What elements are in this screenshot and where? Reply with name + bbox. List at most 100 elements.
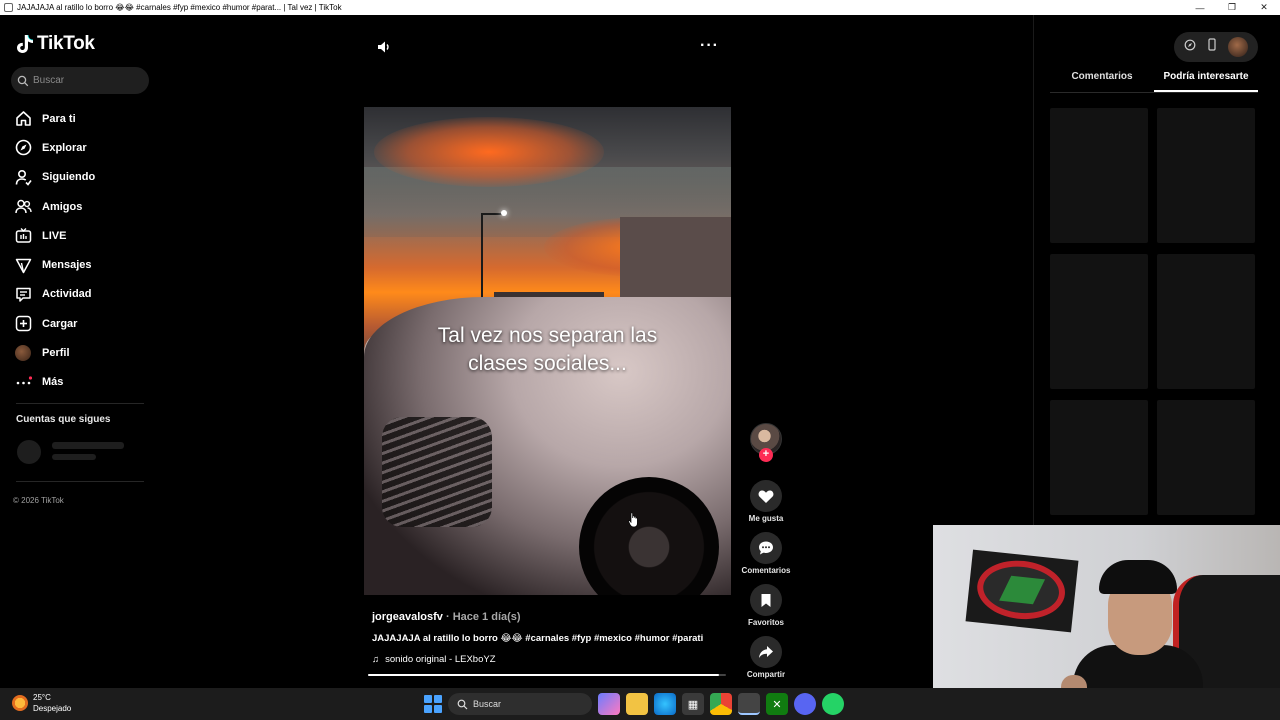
sidebar-item-perfil[interactable]: Perfil — [14, 338, 95, 367]
more-options-icon[interactable]: ··· — [700, 37, 719, 55]
comments-button[interactable]: Comentarios — [740, 532, 792, 575]
share-button[interactable]: Compartir — [740, 636, 792, 679]
sidebar-item-cargar[interactable]: Cargar — [14, 309, 95, 338]
caption-line: clases sociales... — [468, 352, 627, 375]
skeleton-avatar — [17, 440, 41, 464]
video-sound[interactable]: ♫ sonido original - LEXboYZ — [372, 654, 732, 665]
comment-bubble-icon — [750, 532, 782, 564]
bookmark-icon — [750, 584, 782, 616]
search-icon — [17, 75, 29, 86]
person-cap — [1099, 560, 1177, 594]
sidebar-item-label: Mensajes — [42, 259, 92, 272]
minimize-icon[interactable]: — — [1184, 3, 1216, 13]
sound-name: sonido original - LEXboYZ — [385, 654, 496, 665]
follow-plus-icon[interactable]: + — [759, 448, 773, 462]
edge-browser-icon[interactable] — [654, 693, 676, 715]
sidebar-divider — [16, 403, 144, 404]
upload-plus-icon — [14, 315, 32, 333]
sidebar-item-mas[interactable]: Más — [14, 368, 95, 397]
video-thumbnail-placeholder[interactable] — [1157, 400, 1255, 515]
home-icon — [14, 110, 32, 128]
search-box[interactable] — [11, 67, 149, 94]
video-thumbnail-placeholder[interactable] — [1050, 254, 1148, 389]
video-scene — [481, 213, 503, 215]
sidebar-item-label: Amigos — [42, 200, 83, 213]
active-app-icon[interactable] — [738, 693, 760, 715]
send-icon — [14, 256, 32, 274]
copilot-icon[interactable] — [598, 693, 620, 715]
sidebar-item-amigos[interactable]: Amigos — [14, 192, 95, 221]
sidebar-item-para-ti[interactable]: Para ti — [14, 104, 95, 133]
video-scene — [374, 117, 604, 187]
close-icon[interactable]: ✕ — [1248, 2, 1280, 13]
sidebar-item-label: Siguiendo — [42, 171, 96, 184]
weather-widget[interactable]: 25°C Despejado — [12, 692, 71, 714]
activity-icon — [14, 285, 32, 303]
video-thumbnail-placeholder[interactable] — [1050, 400, 1148, 515]
sidebar: TikTok Para ti Explorar — [0, 15, 160, 688]
store-icon[interactable]: ▦ — [682, 693, 704, 715]
sidebar-nav: Para ti Explorar Siguiendo Amigos LIVE M… — [14, 104, 95, 397]
sidebar-item-actividad[interactable]: Actividad — [14, 280, 95, 309]
sidebar-item-label: Actividad — [42, 288, 92, 301]
search-icon — [457, 699, 468, 709]
like-button[interactable]: Me gusta — [740, 480, 792, 523]
taskbar-search-label: Buscar — [473, 699, 502, 709]
sidebar-item-label: Para ti — [42, 112, 76, 125]
sidebar-item-label: Más — [42, 376, 64, 389]
xbox-icon[interactable]: ✕ — [766, 693, 788, 715]
tiktok-logo[interactable]: TikTok — [16, 33, 95, 55]
avatar-icon — [14, 344, 32, 362]
discord-icon[interactable] — [794, 693, 816, 715]
share-arrow-icon — [750, 636, 782, 668]
author-username[interactable]: jorgeavalosfv — [372, 611, 443, 623]
mobile-device-icon[interactable] — [1207, 38, 1217, 56]
explore-compass-icon[interactable] — [1184, 38, 1196, 56]
volume-icon[interactable] — [376, 39, 392, 60]
sidebar-item-label: Explorar — [42, 141, 87, 154]
hand-cursor-icon — [628, 512, 638, 528]
following-title: Cuentas que sigues — [16, 414, 111, 425]
video-meta: jorgeavalosfv · Hace 1 día(s) JAJAJAJA a… — [372, 611, 732, 665]
sidebar-item-live[interactable]: LIVE — [14, 221, 95, 250]
compass-icon — [14, 139, 32, 157]
windows-start-icon[interactable] — [424, 695, 442, 713]
more-dots-icon — [14, 373, 32, 391]
sidebar-item-explorar[interactable]: Explorar — [14, 133, 95, 162]
video-progress-bar[interactable] — [368, 674, 726, 676]
comments-label: Comentarios — [741, 566, 791, 575]
favorites-label: Favoritos — [747, 618, 784, 627]
profile-avatar[interactable] — [1228, 37, 1249, 57]
windows-taskbar: 25°C Despejado Buscar ▦ ✕ — [0, 688, 1280, 720]
copyright: © 2026 TikTok — [13, 496, 64, 505]
video-thumbnail-placeholder[interactable] — [1050, 108, 1148, 243]
sidebar-item-label: Perfil — [42, 347, 70, 360]
video-thumbnail-placeholder[interactable] — [1157, 108, 1255, 243]
file-explorer-icon[interactable] — [626, 693, 648, 715]
video-player[interactable]: Tal vez nos separan las clases sociales.… — [364, 107, 731, 595]
restore-icon[interactable]: ❐ — [1216, 2, 1248, 13]
weather-condition: Despejado — [33, 704, 72, 713]
sidebar-item-label: Cargar — [42, 317, 78, 330]
sidebar-item-siguiendo[interactable]: Siguiendo — [14, 163, 95, 192]
skeleton-line — [52, 454, 96, 460]
weather-sun-icon — [12, 695, 28, 711]
caption-line: Tal vez nos separan las — [437, 324, 658, 347]
taskbar-apps: Buscar ▦ ✕ — [424, 693, 844, 715]
like-label: Me gusta — [748, 514, 784, 523]
music-note-icon: ♫ — [372, 654, 380, 665]
video-thumbnail-placeholder[interactable] — [1157, 254, 1255, 389]
tab-podria-interesarte[interactable]: Podría interesarte — [1154, 71, 1258, 92]
chrome-icon[interactable] — [710, 693, 732, 715]
whatsapp-icon[interactable] — [822, 693, 844, 715]
tab-comentarios[interactable]: Comentarios — [1050, 71, 1154, 92]
wall-poster — [965, 549, 1079, 633]
favorites-button[interactable]: Favoritos — [740, 584, 792, 627]
sidebar-item-mensajes[interactable]: Mensajes — [14, 250, 95, 279]
window-titlebar: JAJAJAJA al ratillo lo borro 😂😂 #carnale… — [0, 0, 1280, 15]
right-panel-tabs: Comentarios Podría interesarte — [1050, 71, 1258, 93]
taskbar-search[interactable]: Buscar — [448, 693, 592, 715]
video-author: jorgeavalosfv · Hace 1 día(s) — [372, 611, 732, 623]
search-input[interactable] — [33, 75, 143, 86]
header-icon-group — [1174, 32, 1258, 62]
